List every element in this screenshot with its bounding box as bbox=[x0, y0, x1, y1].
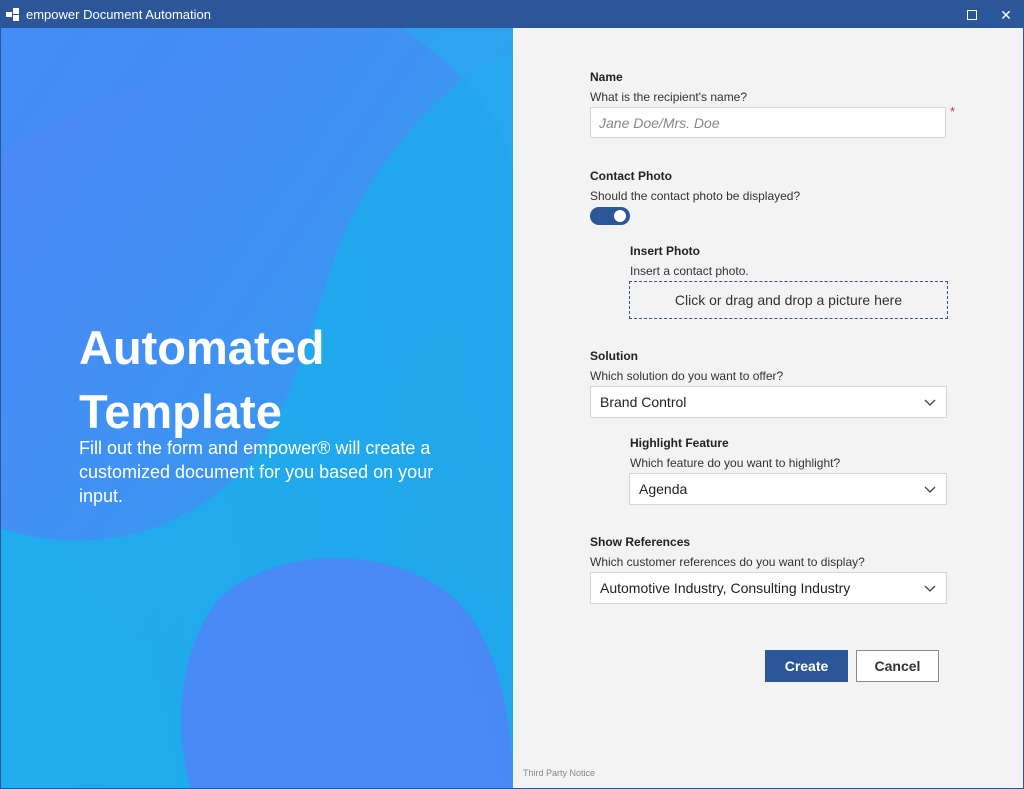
hero-title: Automated Template bbox=[79, 321, 325, 438]
third-party-notice-link[interactable]: Third Party Notice bbox=[523, 768, 595, 778]
title-bar: empower Document Automation ✕ bbox=[1, 1, 1023, 28]
close-button[interactable]: ✕ bbox=[989, 1, 1023, 28]
chevron-down-icon bbox=[924, 399, 936, 406]
contact-photo-toggle[interactable] bbox=[590, 207, 630, 225]
contact-photo-label: Contact Photo bbox=[590, 169, 672, 183]
contact-photo-question: Should the contact photo be displayed? bbox=[590, 189, 801, 203]
toggle-knob bbox=[614, 210, 626, 222]
solution-question: Which solution do you want to offer? bbox=[590, 369, 784, 383]
name-label: Name bbox=[590, 70, 623, 84]
solution-value: Brand Control bbox=[600, 394, 687, 410]
app-logo-icon bbox=[6, 7, 20, 22]
maximize-icon bbox=[967, 9, 977, 20]
solution-label: Solution bbox=[590, 349, 638, 363]
highlight-feature-question: Which feature do you want to highlight? bbox=[630, 456, 841, 470]
create-button[interactable]: Create bbox=[765, 650, 848, 682]
highlight-feature-value: Agenda bbox=[639, 481, 688, 497]
cancel-button[interactable]: Cancel bbox=[856, 650, 939, 682]
hero-description: Fill out the form and empower® will crea… bbox=[79, 438, 434, 506]
name-input[interactable]: Jane Doe/Mrs. Doe bbox=[590, 107, 946, 138]
insert-photo-question: Insert a contact photo. bbox=[630, 264, 749, 278]
solution-select[interactable]: Brand Control bbox=[590, 386, 947, 418]
chevron-down-icon bbox=[924, 486, 936, 493]
highlight-feature-label: Highlight Feature bbox=[630, 436, 729, 450]
show-references-select[interactable]: Automotive Industry, Consulting Industry bbox=[590, 572, 947, 604]
show-references-label: Show References bbox=[590, 535, 691, 549]
insert-photo-label: Insert Photo bbox=[630, 244, 701, 258]
name-question: What is the recipient's name? bbox=[590, 90, 748, 104]
highlight-feature-select[interactable]: Agenda bbox=[629, 473, 947, 505]
name-placeholder: Jane Doe/Mrs. Doe bbox=[599, 114, 720, 131]
photo-dropzone[interactable]: Click or drag and drop a picture here bbox=[629, 281, 948, 319]
app-window: empower Document Automation ✕ Automated … bbox=[0, 0, 1024, 789]
chevron-down-icon bbox=[924, 585, 936, 592]
close-icon: ✕ bbox=[1000, 6, 1012, 23]
show-references-value: Automotive Industry, Consulting Industry bbox=[600, 580, 851, 596]
show-references-question: Which customer references do you want to… bbox=[590, 555, 865, 569]
window-title: empower Document Automation bbox=[26, 7, 211, 22]
maximize-button[interactable] bbox=[955, 1, 989, 28]
form-panel: Name What is the recipient's name? Jane … bbox=[513, 28, 1023, 788]
required-marker: * bbox=[950, 104, 956, 119]
hero-panel: Automated Template Fill out the form and… bbox=[1, 28, 513, 788]
